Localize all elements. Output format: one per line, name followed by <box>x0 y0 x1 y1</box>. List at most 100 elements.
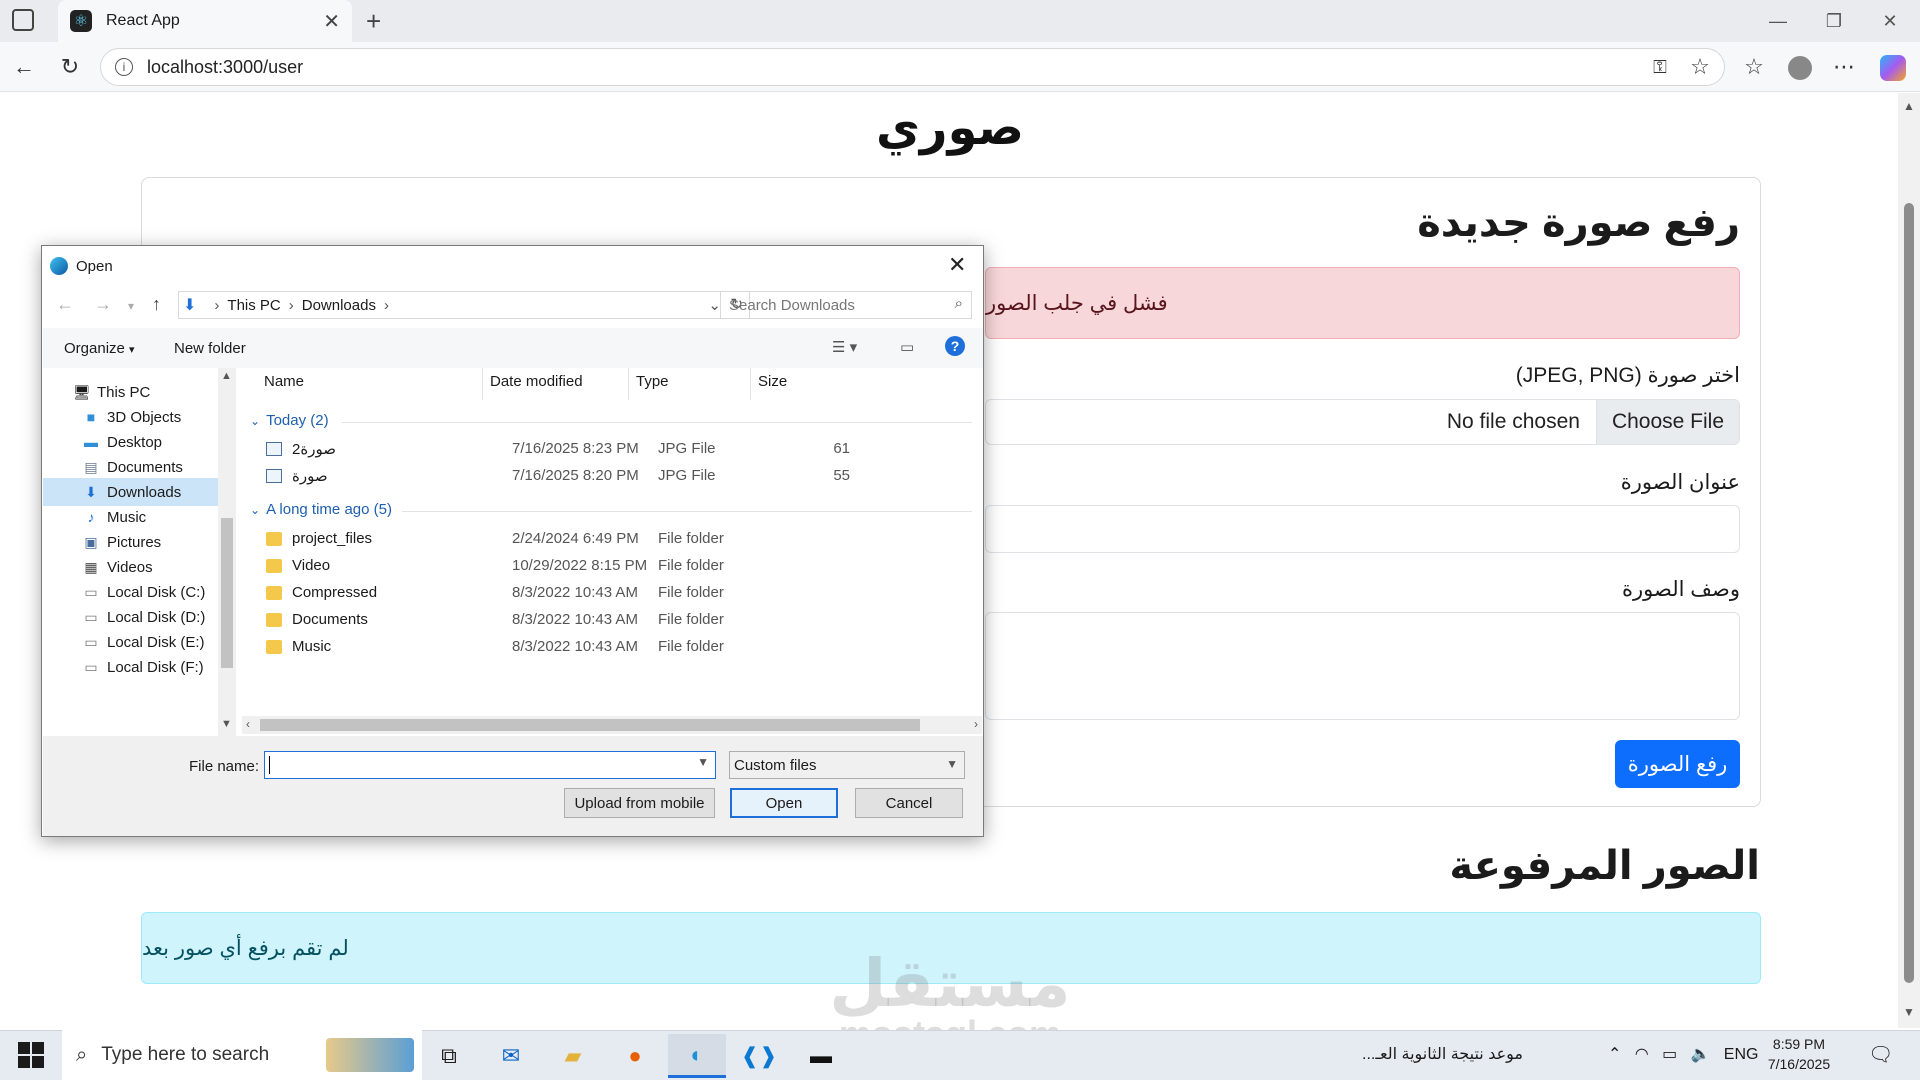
address-bar[interactable]: i localhost:3000/user <box>100 48 1725 86</box>
breadcrumb-downloads[interactable]: Downloads <box>302 297 376 314</box>
open-button[interactable]: Open <box>730 788 838 818</box>
file-input[interactable]: No file chosen Choose File <box>985 399 1740 445</box>
nav-item-disk-c[interactable]: ▭ Local Disk (C:) <box>43 578 218 606</box>
vscode-icon[interactable]: ❰❱ <box>730 1034 788 1078</box>
nav-item-this-pc[interactable]: 🖥 This PC <box>43 378 218 406</box>
navigation-pane[interactable]: 🖥 This PC ■ 3D Objects ▬ Desktop ▤ Documents… <box>43 368 218 736</box>
favorite-star-icon[interactable]: ☆ <box>1682 49 1718 85</box>
new-folder-button[interactable]: New folder <box>174 340 246 357</box>
scroll-up-icon[interactable]: ▲ <box>1903 99 1915 113</box>
scroll-right-icon[interactable]: › <box>974 717 978 731</box>
dialog-close-icon[interactable]: ✕ <box>948 252 966 278</box>
nav-item-documents[interactable]: ▤ Documents <box>43 453 218 481</box>
folder-row[interactable]: Compressed 8/3/2022 10:43 AM File folder <box>266 581 996 607</box>
recent-locations-icon[interactable]: ▾ <box>128 299 134 313</box>
nav-item-desktop[interactable]: ▬ Desktop <box>43 428 218 456</box>
image-title-input[interactable] <box>985 505 1740 553</box>
folder-row[interactable]: project_files 2/24/2024 6:49 PM File fol… <box>266 527 996 553</box>
taskbar-clock[interactable]: 8:59 PM 7/16/2025 <box>1754 1034 1844 1074</box>
edge-icon[interactable]: ◐ <box>668 1034 726 1078</box>
back-icon[interactable]: ← <box>6 49 42 85</box>
image-desc-textarea[interactable] <box>985 612 1740 720</box>
scrollbar-thumb[interactable] <box>1904 203 1914 983</box>
column-date-modified[interactable]: Date modified <box>490 373 583 390</box>
organize-menu[interactable]: Organize ▾ <box>64 340 135 357</box>
cancel-button[interactable]: Cancel <box>855 788 963 818</box>
group-long-time-ago[interactable]: ⌄ A long time ago (5) <box>250 501 392 518</box>
favorites-icon[interactable]: ☆ <box>1736 49 1772 85</box>
volume-icon[interactable]: 🔈 <box>1691 1046 1711 1063</box>
breadcrumb-this-pc[interactable]: This PC <box>227 297 280 314</box>
folder-row[interactable]: Documents 8/3/2022 10:43 AM File folder <box>266 608 996 634</box>
search-downloads-input[interactable]: Search Downloads ⌕ <box>720 291 972 319</box>
upload-image-button[interactable]: رفع الصورة <box>1615 740 1740 788</box>
upload-from-mobile-button[interactable]: Upload from mobile <box>564 788 715 818</box>
group-today[interactable]: ⌄ Today (2) <box>250 412 329 429</box>
folder-row[interactable]: Music 8/3/2022 10:43 AM File folder <box>266 635 996 661</box>
column-type[interactable]: Type <box>636 373 669 390</box>
nav-item-videos[interactable]: ▦ Videos <box>43 553 218 581</box>
site-info-icon[interactable]: i <box>115 58 133 76</box>
nav-back-icon[interactable]: ← <box>56 294 74 315</box>
file-explorer-icon[interactable]: ▰ <box>544 1034 602 1078</box>
browser-tab[interactable]: ⚛ React App ✕ <box>58 0 352 42</box>
scrollbar-thumb[interactable] <box>221 518 233 668</box>
notification-icon[interactable]: 🗨 <box>1868 1042 1893 1067</box>
chevron-up-icon[interactable]: ⌃ <box>1608 1046 1621 1063</box>
file-row[interactable]: صورة2 7/16/2025 8:23 PM JPG File 61 <box>266 437 996 463</box>
column-size[interactable]: Size <box>758 373 787 390</box>
scroll-down-icon[interactable]: ▼ <box>1903 1005 1915 1019</box>
scrollbar-thumb[interactable] <box>260 719 920 731</box>
page-scrollbar[interactable]: ▲ ▼ <box>1898 93 1920 1028</box>
tab-close-icon[interactable]: ✕ <box>323 9 340 34</box>
profile-avatar[interactable] <box>1788 56 1812 80</box>
key-icon[interactable]: ⚿ <box>1642 49 1678 85</box>
dialog-address-bar[interactable]: ⬇ › This PC › Downloads › ⌄ ↻ <box>178 291 750 319</box>
scroll-left-icon[interactable]: ‹ <box>246 717 250 731</box>
close-window-icon[interactable]: ✕ <box>1860 0 1920 42</box>
restore-icon[interactable]: ❐ <box>1804 0 1864 42</box>
scroll-up-icon[interactable]: ▲ <box>221 370 232 382</box>
folder-row[interactable]: Video 10/29/2022 8:15 PM File folder <box>266 554 996 580</box>
nav-item-downloads[interactable]: ⬇ Downloads <box>43 478 218 506</box>
refresh-icon[interactable]: ↻ <box>52 49 88 85</box>
file-type-select[interactable]: Custom files ▼ <box>729 751 965 779</box>
taskbar-search[interactable]: ⌕ Type here to search <box>62 1030 422 1080</box>
outlook-icon[interactable]: ✉ <box>482 1034 540 1078</box>
minimize-icon[interactable]: — <box>1748 0 1808 42</box>
news-widget[interactable]: موعد نتيجة الثانوية العـ... <box>1362 1044 1523 1064</box>
nav-item-disk-d[interactable]: ▭ Local Disk (D:) <box>43 603 218 631</box>
copilot-icon[interactable] <box>1880 55 1906 81</box>
new-tab-icon[interactable]: + <box>366 6 381 37</box>
chevron-down-icon[interactable]: ▼ <box>697 755 709 769</box>
nav-item-3d-objects[interactable]: ■ 3D Objects <box>43 403 218 431</box>
column-name[interactable]: Name <box>264 373 304 390</box>
nav-item-music[interactable]: ♪ Music <box>43 503 218 531</box>
column-divider[interactable] <box>750 368 751 400</box>
scroll-down-icon[interactable]: ▼ <box>221 718 232 730</box>
file-list-hscrollbar[interactable]: ‹ › <box>242 716 982 734</box>
file-name-input[interactable]: ▼ <box>264 751 716 779</box>
nav-item-disk-f[interactable]: ▭ Local Disk (F:) <box>43 653 218 681</box>
column-divider[interactable] <box>482 368 483 400</box>
nav-pane-scrollbar[interactable]: ▲ ▼ <box>218 368 236 736</box>
nav-forward-icon[interactable]: → <box>94 294 112 315</box>
firefox-icon[interactable]: ● <box>606 1034 664 1078</box>
nav-item-disk-e[interactable]: ▭ Local Disk (E:) <box>43 628 218 656</box>
nav-up-icon[interactable]: ↑ <box>152 294 161 315</box>
help-icon[interactable]: ? <box>945 336 965 356</box>
file-row[interactable]: صورة 7/16/2025 8:20 PM JPG File 55 <box>266 464 996 490</box>
task-view-icon[interactable]: ⧉ <box>420 1034 478 1078</box>
tab-actions-icon[interactable] <box>12 9 34 31</box>
more-icon[interactable]: ⋯ <box>1826 49 1862 85</box>
battery-icon[interactable]: ▭ <box>1662 1046 1677 1063</box>
preview-pane-icon[interactable]: ▭ <box>900 338 914 356</box>
terminal-icon[interactable]: ▬ <box>792 1034 850 1078</box>
network-icon[interactable]: ◠ <box>1635 1046 1649 1063</box>
choose-file-button[interactable]: Choose File <box>1595 400 1739 444</box>
nav-item-pictures[interactable]: ▣ Pictures <box>43 528 218 556</box>
start-windows-icon[interactable] <box>18 1042 44 1068</box>
system-tray[interactable]: ⌃ ◠ ▭ 🔈 ENG <box>1608 1044 1758 1064</box>
view-options-icon[interactable]: ☰ ▾ <box>832 338 857 356</box>
column-divider[interactable] <box>628 368 629 400</box>
